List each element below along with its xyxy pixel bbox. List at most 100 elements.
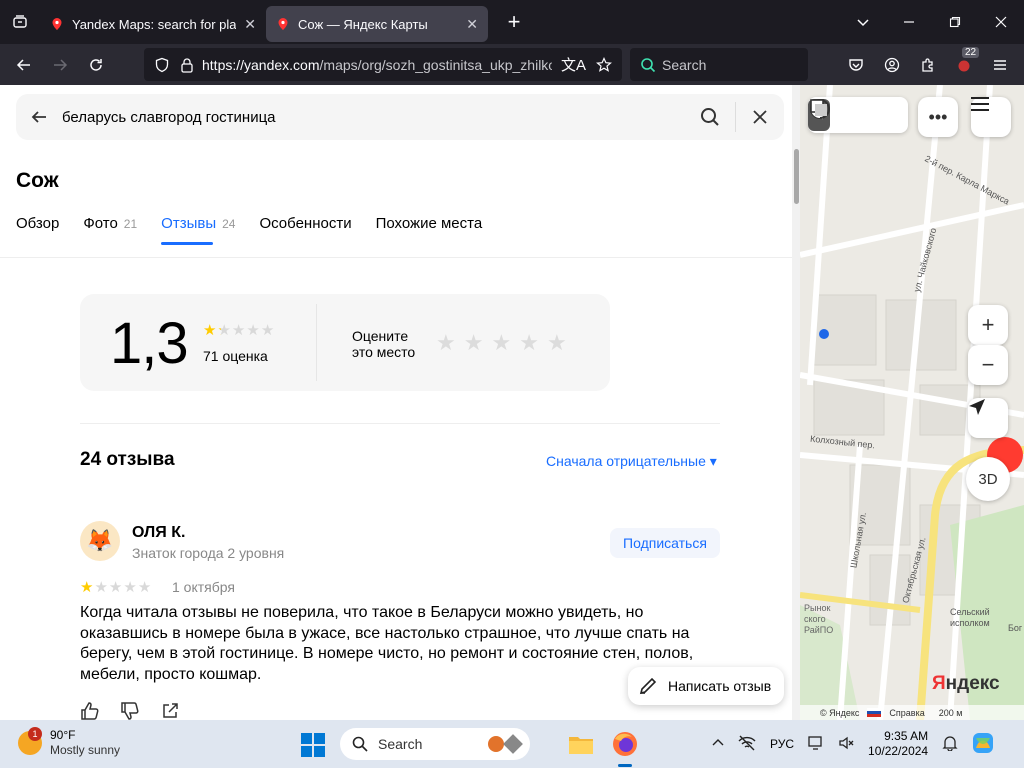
rating-value: 1,3 — [110, 311, 189, 376]
rate-star-4-icon[interactable]: ★ — [519, 330, 539, 356]
back-button[interactable] — [6, 49, 42, 81]
url-host: https://yandex.com — [202, 56, 320, 73]
locate-me-button[interactable] — [968, 398, 1008, 438]
weather-widget[interactable]: 1 90°F Mostly sunny — [18, 727, 120, 758]
review-author[interactable]: ОЛЯ К. — [132, 524, 185, 542]
map-copyright[interactable]: © Яндекс — [820, 708, 859, 718]
network-icon[interactable] — [738, 735, 756, 754]
map-menu-button[interactable] — [971, 97, 1011, 137]
dislike-icon[interactable] — [120, 701, 140, 720]
extension-badge-count: 22 — [962, 46, 980, 58]
tab-label: Похожие места — [375, 215, 483, 232]
windows-taskbar: 1 90°F Mostly sunny Search РУС 9:35 AM 1… — [0, 720, 1024, 768]
yandex-map-logo: Яндекс — [932, 673, 1000, 695]
scroll-thumb[interactable] — [794, 149, 799, 204]
lock-icon[interactable] — [180, 57, 194, 73]
close-window-button[interactable] — [978, 0, 1024, 44]
new-tab-button[interactable]: + — [496, 4, 532, 40]
star-icon: ★ — [203, 322, 217, 339]
tab-close-icon[interactable]: ✕ — [466, 16, 478, 33]
map-layer-controls: ◀ — [808, 97, 908, 133]
tab-close-icon[interactable]: ✕ — [244, 16, 256, 33]
map-help-link[interactable]: Справка — [889, 708, 924, 718]
taskbar-search[interactable]: Search — [340, 728, 530, 760]
search-back-arrow-icon[interactable] — [16, 108, 62, 126]
clock[interactable]: 9:35 AM 10/22/2024 — [868, 729, 928, 759]
menu-hamburger-icon[interactable] — [982, 49, 1018, 81]
flag-ru-icon — [867, 708, 882, 717]
map-view[interactable]: 2-й пер. Карла Маркса ул. Чайковского Ко… — [800, 85, 1024, 720]
display-icon[interactable] — [808, 735, 824, 754]
search-highlight-icon — [488, 734, 523, 754]
share-icon[interactable] — [160, 701, 180, 720]
review-stars: ★ ★ ★ ★ ★ — [80, 578, 151, 596]
firefox-active-indicator — [618, 764, 632, 767]
search-placeholder: Search — [662, 56, 707, 73]
avatar[interactable]: 🦊 — [80, 521, 120, 561]
write-review-button[interactable]: Написать отзыв — [628, 667, 784, 705]
browser-search-field[interactable]: Search — [630, 48, 808, 81]
map-footer: © Яндекс Справка 200 м — [800, 705, 1024, 720]
sort-dropdown[interactable]: Сначала отрицательные ▾ — [546, 453, 717, 470]
browser-tab-yandex-maps[interactable]: Yandex Maps: search for places, ✕ — [40, 6, 266, 42]
map-more-button[interactable]: ••• — [918, 97, 958, 137]
poi-market[interactable]: Рынок ского РайПО — [804, 603, 854, 636]
subscribe-button[interactable]: Подписаться — [610, 528, 720, 558]
search-query-input[interactable]: беларусь славгород гостиница — [62, 109, 685, 126]
tab-overflow-chevron-icon[interactable] — [840, 0, 886, 44]
rate-star-2-icon[interactable]: ★ — [464, 330, 484, 356]
minimize-button[interactable] — [886, 0, 932, 44]
poi-other[interactable]: Бог — [1008, 623, 1022, 633]
forward-button[interactable] — [42, 49, 78, 81]
tab-list-icon[interactable] — [0, 0, 40, 44]
tray-chevron-up-icon[interactable] — [712, 737, 724, 752]
pencil-icon — [639, 677, 657, 695]
tab-features[interactable]: Особенности — [259, 215, 351, 245]
star-icon: ★ — [108, 579, 123, 596]
tab-reviews[interactable]: Отзывы 24 — [161, 215, 235, 245]
review-author-level: Знаток города 2 уровня — [132, 545, 285, 561]
tab-overview[interactable]: Обзор — [16, 215, 59, 245]
restore-button[interactable] — [932, 0, 978, 44]
star-icon: ★ — [217, 322, 231, 339]
account-icon[interactable] — [874, 49, 910, 81]
rating-card: 1,3 ★ ★ ★ ★ ★ 71 оценка Оцените это место ★ … — [80, 294, 610, 391]
bookmark-star-icon[interactable] — [596, 56, 612, 73]
rate-star-5-icon[interactable]: ★ — [547, 330, 567, 356]
map-3d-button[interactable]: 3D — [966, 457, 1010, 501]
zoom-out-button[interactable]: − — [968, 345, 1008, 385]
browser-tab-sozh[interactable]: Сож — Яндекс Карты ✕ — [266, 6, 488, 42]
tracking-protection-shield-icon[interactable] — [154, 57, 170, 73]
rate-star-1-icon[interactable]: ★ — [436, 330, 456, 356]
poi-council[interactable]: Сельский исполком — [950, 607, 1006, 629]
pocket-icon[interactable] — [838, 49, 874, 81]
tab-similar-places[interactable]: Похожие места — [376, 215, 483, 245]
clear-search-icon[interactable] — [736, 110, 784, 124]
panel-scrollbar[interactable] — [792, 85, 800, 720]
url-text: https://yandex.com/maps/org/sozh_gostini… — [202, 57, 552, 73]
volume-muted-icon[interactable] — [838, 735, 854, 754]
yandex-maps-pin-icon — [52, 18, 62, 30]
file-explorer-icon[interactable] — [566, 729, 596, 759]
reload-button[interactable] — [78, 49, 114, 81]
system-tray: РУС 9:35 AM 10/22/2024 — [712, 720, 994, 768]
notification-bell-icon[interactable] — [942, 735, 958, 754]
like-icon[interactable] — [80, 701, 100, 720]
rate-star-3-icon[interactable]: ★ — [491, 330, 511, 356]
clock-time: 9:35 AM — [884, 729, 929, 743]
weather-temp: 90°F — [50, 728, 76, 742]
tab-photos[interactable]: Фото 21 — [83, 215, 137, 245]
rate-prompt: Оцените это место — [352, 328, 415, 360]
firefox-icon[interactable] — [610, 729, 640, 759]
extensions-puzzle-icon[interactable] — [910, 49, 946, 81]
copilot-icon[interactable] — [972, 732, 994, 757]
star-icon: ★ — [260, 322, 275, 339]
language-indicator[interactable]: РУС — [770, 737, 794, 751]
translate-icon[interactable]: 文A — [561, 54, 586, 75]
windows-start-icon[interactable] — [301, 733, 325, 757]
extension-badge-icon[interactable]: 22 — [946, 46, 982, 81]
search-icon[interactable] — [685, 107, 735, 127]
zoom-in-button[interactable]: + — [968, 305, 1008, 345]
org-tabs: Обзор Фото 21 Отзывы 24 Особенности Похожи… — [16, 215, 482, 245]
address-bar[interactable]: https://yandex.com/maps/org/sozh_gostini… — [144, 48, 622, 81]
